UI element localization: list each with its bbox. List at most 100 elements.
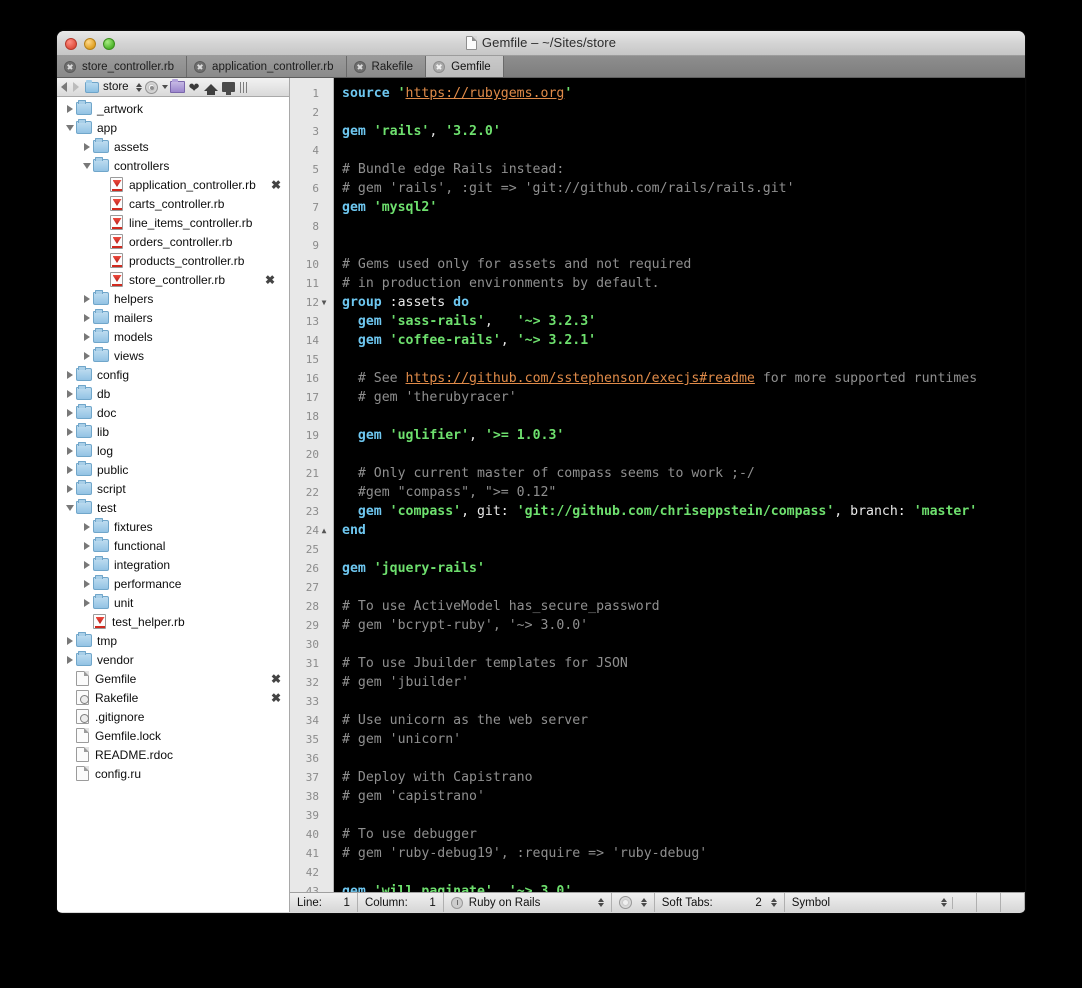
twisty-closed-icon[interactable] [63,484,76,493]
twisty-closed-icon[interactable] [63,465,76,474]
tree-item[interactable]: Gemfile ✖ [57,669,289,688]
tree-item[interactable]: _artwork [57,99,289,118]
tree-item[interactable]: helpers [57,289,289,308]
twisty-closed-icon[interactable] [80,313,93,322]
tree-item[interactable]: public [57,460,289,479]
twisty-closed-icon[interactable] [80,142,93,151]
symbol-stepper-icon[interactable] [941,898,947,907]
tab-close-icon[interactable] [433,60,446,73]
tree-item[interactable]: integration [57,555,289,574]
soft-tabs-select[interactable]: Soft Tabs: 2 [655,893,785,912]
tree-item[interactable]: config [57,365,289,384]
tab-gemfile[interactable]: Gemfile [426,56,504,77]
chevron-down-icon[interactable] [161,85,168,89]
twisty-open-icon[interactable] [63,124,76,131]
encoding-stepper-icon[interactable] [640,898,647,907]
tab-close-icon[interactable] [353,60,366,73]
tree-item[interactable]: assets [57,137,289,156]
tree-item[interactable]: line_items_controller.rb [57,213,289,232]
tree-item[interactable]: log [57,441,289,460]
purple-folder-button[interactable] [169,79,185,95]
tab-close-icon[interactable] [194,60,207,73]
favorites-button[interactable]: ❤ [187,80,202,95]
twisty-closed-icon[interactable] [80,294,93,303]
twisty-closed-icon[interactable] [63,104,76,113]
line-number-value: 38 [305,790,319,803]
gear-button[interactable] [144,80,159,95]
path-selector[interactable]: store [83,79,142,93]
twisty-closed-icon[interactable] [63,408,76,417]
twisty-open-icon[interactable] [80,162,93,169]
encoding-select[interactable] [612,893,655,912]
twisty-closed-icon[interactable] [80,351,93,360]
tree-item[interactable]: script [57,479,289,498]
home-button[interactable] [204,80,219,95]
tree-item[interactable]: Rakefile ✖ [57,688,289,707]
tree-item[interactable]: views [57,346,289,365]
title-bar[interactable]: Gemfile – ~/Sites/store [57,31,1025,56]
twisty-closed-icon[interactable] [80,522,93,531]
tree-item[interactable]: models [57,327,289,346]
tree-item[interactable]: .gitignore [57,707,289,726]
fold-marker[interactable]: ▲ [319,521,329,540]
twisty-closed-icon[interactable] [80,332,93,341]
code-token: 'will_paginate' [373,884,493,892]
tree-item[interactable]: app [57,118,289,137]
editor-window: Gemfile – ~/Sites/store store_controller… [57,31,1025,913]
twisty-closed-icon[interactable] [63,446,76,455]
back-arrow-icon[interactable] [61,82,67,92]
tab-store-controller-rb[interactable]: store_controller.rb [57,56,188,77]
folder-icon [93,137,109,153]
syntax-mode-stepper-icon[interactable] [597,898,604,907]
tree-item[interactable]: unit [57,593,289,612]
code-text[interactable]: source 'https://rubygems.org' gem 'rails… [334,78,1025,892]
tree-item[interactable]: Gemfile.lock [57,726,289,745]
tree-item[interactable]: tmp [57,631,289,650]
syntax-mode-select[interactable]: Ruby on Rails [444,893,612,912]
twisty-closed-icon[interactable] [63,655,76,664]
tree-item[interactable]: test [57,498,289,517]
tree-item[interactable]: functional [57,536,289,555]
twisty-closed-icon[interactable] [63,389,76,398]
twisty-closed-icon[interactable] [63,370,76,379]
twisty-closed-icon[interactable] [63,427,76,436]
code-token: , [469,428,485,443]
code-token: , git: [461,504,517,519]
twisty-open-icon[interactable] [63,504,76,511]
tree-item[interactable]: lib [57,422,289,441]
folder-icon [93,555,109,571]
forward-arrow-icon[interactable] [73,82,79,92]
tree-item[interactable]: application_controller.rb ✖ [57,175,289,194]
fold-marker[interactable]: ▼ [319,293,329,312]
twisty-closed-icon[interactable] [80,560,93,569]
tab-rakefile[interactable]: Rakefile [346,56,427,77]
code-area[interactable]: 1 2 3 4 5 6 7 8 9 10 11 12 ▼ 13 14 15 16 17 18 19 20 21 22 23 24… [290,78,1025,892]
tree-item[interactable]: doc [57,403,289,422]
tree-item[interactable]: db [57,384,289,403]
tree-item[interactable]: performance [57,574,289,593]
twisty-closed-icon[interactable] [80,598,93,607]
tree-item[interactable]: controllers [57,156,289,175]
twisty-closed-icon[interactable] [63,636,76,645]
twisty-closed-icon[interactable] [80,541,93,550]
symbol-select[interactable]: Symbol [785,896,953,909]
tree-item[interactable]: products_controller.rb [57,251,289,270]
display-button[interactable] [221,80,236,95]
tree-item[interactable]: README.rdoc [57,745,289,764]
soft-tabs-stepper-icon[interactable] [770,898,777,907]
line-number: 7 [290,198,333,217]
tree-item[interactable]: fixtures [57,517,289,536]
tree-item[interactable]: config.ru [57,764,289,783]
tree-item[interactable]: carts_controller.rb [57,194,289,213]
tree-item[interactable]: mailers [57,308,289,327]
tree-item[interactable]: orders_controller.rb [57,232,289,251]
tree-item[interactable]: store_controller.rb ✖ [57,270,289,289]
tab-application-controller-rb[interactable]: application_controller.rb [187,56,347,77]
tree-item[interactable]: test_helper.rb [57,612,289,631]
tree-item[interactable]: vendor [57,650,289,669]
tab-close-icon[interactable] [64,60,76,73]
stepper-icon[interactable] [135,82,142,92]
twisty-closed-icon[interactable] [80,579,93,588]
grip-handle[interactable] [239,81,248,93]
